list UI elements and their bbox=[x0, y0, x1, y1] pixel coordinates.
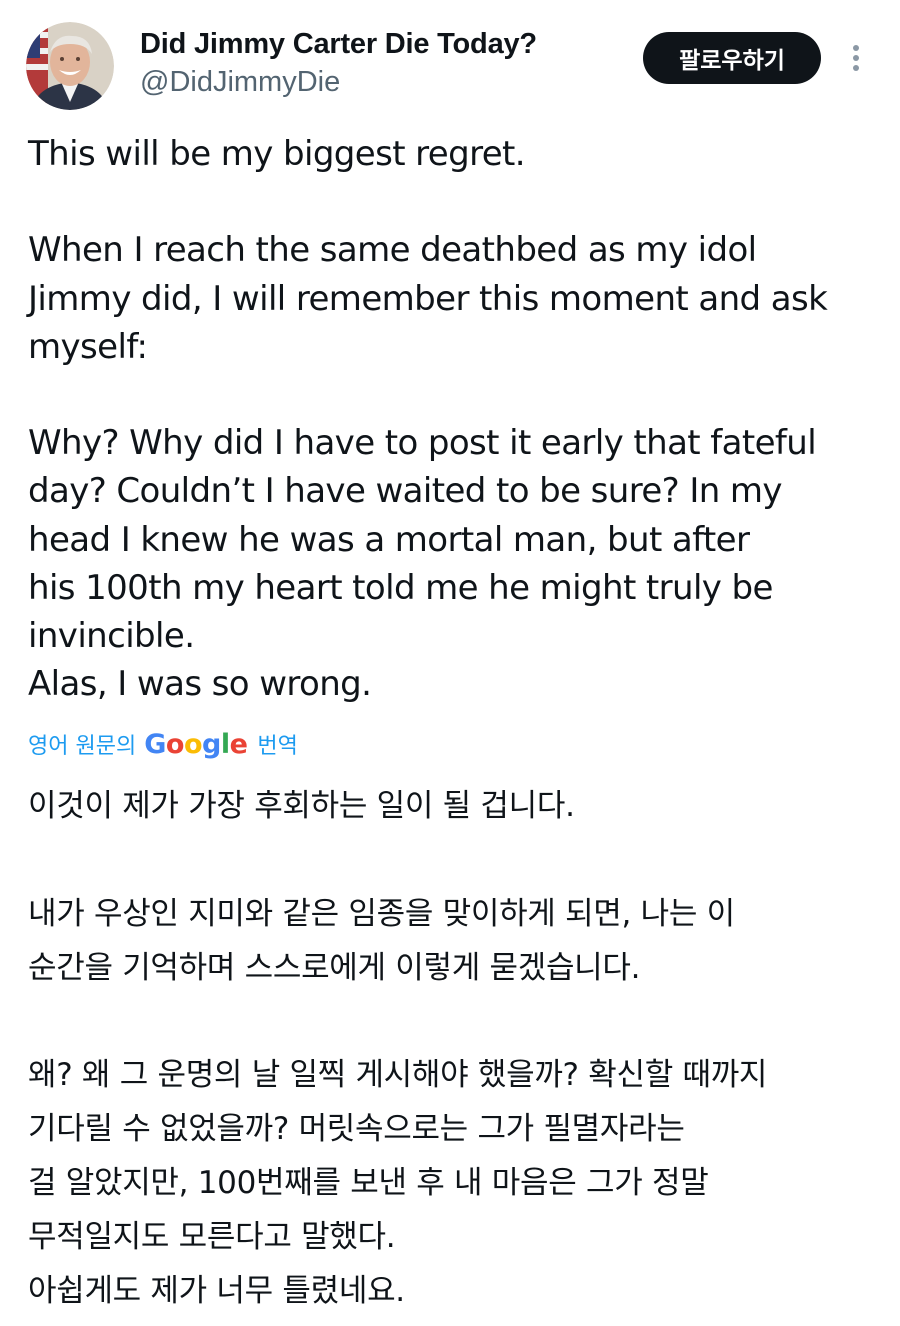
translated-text-line: 이것이 제가 가장 후회하는 일이 될 겁니다. bbox=[28, 788, 575, 824]
translated-text-line: 순간을 기억하며 스스로에게 이렇게 묻겠습니다. bbox=[28, 949, 641, 986]
tweet-text-line: myself: bbox=[28, 326, 148, 367]
tweet-text-line: invincible. bbox=[28, 615, 195, 656]
tweet-text-line: Jimmy did, I will remember this moment a… bbox=[28, 278, 828, 319]
translated-text-line: 내가 우상인 지미와 같은 임종을 맞이하게 되면, 나는 이 bbox=[28, 895, 735, 932]
translated-text-line: 걸 알았지만, 100번째를 보낸 후 내 마음은 그가 정말 bbox=[28, 1165, 709, 1202]
translation-attribution[interactable]: 영어 원문의 Google 번역 bbox=[28, 724, 298, 764]
tweet: Did Jimmy Carter Die Today? @DidJimmyDie… bbox=[0, 0, 900, 1326]
avatar[interactable] bbox=[26, 22, 114, 110]
translated-text-line: 무적일지도 모른다고 말했다. bbox=[28, 1219, 396, 1256]
follow-button[interactable]: 팔로우하기 bbox=[643, 32, 821, 84]
tweet-text-line: Alas, I was so wrong. bbox=[28, 664, 372, 705]
translated-text-line bbox=[28, 996, 878, 1050]
google-logo: Google bbox=[144, 728, 248, 760]
translation-prefix: 영어 원문의 bbox=[28, 734, 137, 759]
tweet-text-line: day? Couldn’t I have waited to be sure? … bbox=[28, 471, 783, 512]
profile-photo-icon bbox=[26, 22, 114, 110]
translated-text-line: 기다릴 수 없었을까? 머릿속으로는 그가 필멸자라는 bbox=[28, 1111, 685, 1148]
display-name[interactable]: Did Jimmy Carter Die Today? bbox=[140, 28, 537, 61]
tweet-text-line: his 100th my heart told me he might trul… bbox=[28, 567, 773, 608]
tweet-text-line: head I knew he was a mortal man, but aft… bbox=[28, 519, 750, 560]
translated-text-line: 왜? 왜 그 운명의 날 일찍 게시해야 했을까? 확신할 때까지 bbox=[28, 1057, 768, 1094]
tweet-text-line bbox=[28, 178, 878, 226]
tweet-text: This will be my biggest regret. When I r… bbox=[28, 130, 878, 708]
tweet-text-line: This will be my biggest regret. bbox=[28, 134, 526, 174]
handle[interactable]: @DidJimmyDie bbox=[140, 66, 340, 99]
more-vertical-icon[interactable] bbox=[842, 40, 870, 76]
translation-suffix: 번역 bbox=[257, 734, 298, 759]
translated-text-line bbox=[28, 834, 878, 888]
translated-text: 이것이 제가 가장 후회하는 일이 될 겁니다. 내가 우상인 지미와 같은 임… bbox=[28, 780, 878, 1319]
tweet-text-line bbox=[28, 371, 878, 419]
tweet-text-line: When I reach the same deathbed as my ido… bbox=[28, 230, 757, 271]
tweet-text-line: Why? Why did I have to post it early tha… bbox=[28, 423, 817, 464]
translated-text-line: 아쉽게도 제가 너무 틀렸네요. bbox=[28, 1273, 405, 1310]
